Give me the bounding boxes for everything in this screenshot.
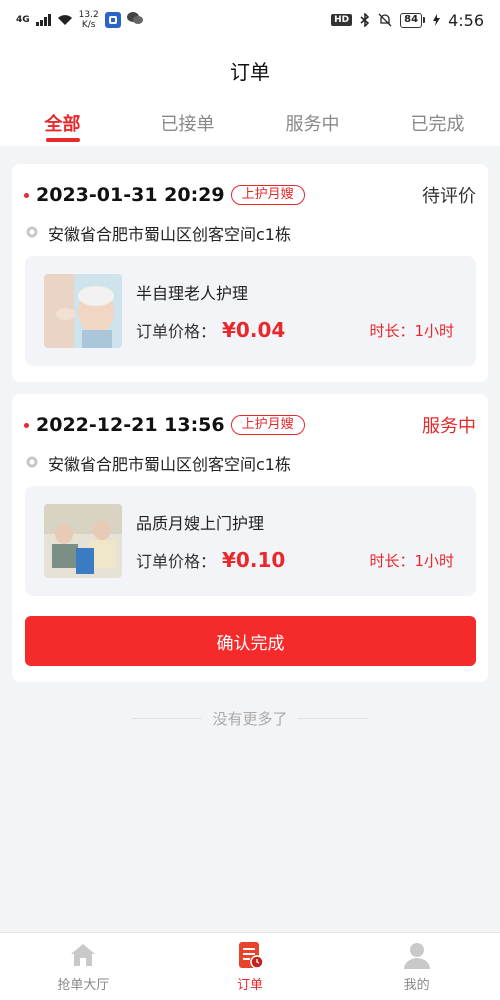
service-thumbnail — [44, 504, 122, 578]
service-info-box[interactable]: 半自理老人护理 订单价格： ¥0.04 时长：1小时 — [25, 256, 476, 366]
bullet-dot — [24, 422, 29, 428]
page-header: 订单 — [0, 40, 500, 100]
order-duration: 时长：1小时 — [369, 322, 454, 340]
bullet-dot — [24, 192, 29, 198]
service-info-box[interactable]: 品质月嫂上门护理 订单价格： ¥0.10 时长：1小时 — [25, 486, 476, 596]
nav-item-orders[interactable]: 订单 — [167, 933, 334, 1000]
order-card[interactable]: 2023-01-31 20:29 上护月嫂 待评价 安徽省合肥市蜀山区创客空间c… — [12, 164, 488, 382]
price-row: 订单价格： ¥0.10 — [136, 548, 285, 572]
status-bar: 4G 13.2 K/s HD 84 4:56 — [0, 0, 500, 40]
service-name: 半自理老人护理 — [136, 284, 249, 303]
status-left: 4G 13.2 K/s — [16, 10, 143, 30]
order-datetime: 2022-12-21 13:56 — [36, 414, 225, 436]
tab-in-service[interactable]: 服务中 — [250, 100, 375, 146]
service-thumbnail — [44, 274, 122, 348]
order-address: 安徽省合肥市蜀山区创客空间c1栋 — [48, 225, 291, 244]
order-icon — [239, 942, 264, 969]
network-speed-unit: K/s — [81, 20, 96, 30]
wifi-icon — [57, 14, 73, 26]
order-price: ¥0.10 — [222, 548, 286, 572]
list-end-indicator: 没有更多了 — [0, 706, 500, 730]
page-title: 订单 — [230, 59, 270, 84]
bottom-navigation: 抢单大厅 订单 我的 — [0, 932, 500, 1000]
wechat-icon — [126, 11, 143, 29]
tab-completed[interactable]: 已完成 — [375, 100, 500, 146]
app-notification-icon — [104, 12, 121, 28]
location-pin-icon — [26, 456, 38, 468]
user-icon — [403, 943, 430, 969]
nav-item-order-hall[interactable]: 抢单大厅 — [0, 933, 167, 1000]
order-datetime: 2023-01-31 20:29 — [36, 184, 225, 206]
order-card[interactable]: 2022-12-21 13:56 上护月嫂 服务中 安徽省合肥市蜀山区创客空间c… — [12, 394, 488, 682]
home-icon — [71, 944, 96, 966]
network-speed-value: 13.2 — [78, 10, 99, 20]
order-address: 安徽省合肥市蜀山区创客空间c1栋 — [48, 455, 291, 474]
no-more-text: 没有更多了 — [212, 709, 288, 728]
network-speed: 13.2 K/s — [79, 10, 99, 30]
order-address-row: 安徽省合肥市蜀山区创客空间c1栋 — [24, 220, 476, 246]
order-price: ¥0.04 — [222, 318, 286, 342]
status-right: HD 84 4:56 — [331, 11, 484, 30]
signal-icon — [35, 14, 51, 26]
bluetooth-icon — [360, 13, 370, 27]
price-label: 订单价格： — [136, 552, 217, 571]
battery-indicator: 84 — [400, 12, 426, 28]
nav-label: 订单 — [237, 978, 264, 993]
hd-badge: HD — [331, 14, 353, 26]
order-duration: 时长：1小时 — [369, 552, 454, 570]
order-type-tag: 上护月嫂 — [230, 185, 305, 205]
clock: 4:56 — [448, 10, 484, 30]
nav-label: 抢单大厅 — [57, 978, 110, 993]
location-pin-icon — [26, 226, 38, 238]
charging-icon — [433, 14, 441, 26]
order-tabs: 全部 已接单 服务中 已完成 — [0, 100, 500, 146]
service-name: 品质月嫂上门护理 — [136, 514, 265, 533]
bell-muted-icon — [378, 13, 392, 27]
price-label: 订单价格： — [136, 322, 217, 341]
tab-accepted[interactable]: 已接单 — [125, 100, 250, 146]
network-type: 4G — [16, 14, 30, 25]
order-address-row: 安徽省合肥市蜀山区创客空间c1栋 — [24, 450, 476, 476]
battery-level: 84 — [400, 12, 423, 28]
tab-all[interactable]: 全部 — [0, 100, 125, 146]
price-row: 订单价格： ¥0.04 — [136, 318, 285, 342]
order-header: 2022-12-21 13:56 上护月嫂 服务中 — [24, 410, 476, 440]
divider — [297, 717, 368, 719]
order-status: 待评价 — [422, 186, 476, 207]
order-header: 2023-01-31 20:29 上护月嫂 待评价 — [24, 180, 476, 210]
nav-item-mine[interactable]: 我的 — [333, 933, 500, 1000]
order-type-tag: 上护月嫂 — [230, 415, 305, 435]
confirm-complete-button[interactable]: 确认完成 — [25, 616, 476, 666]
order-status: 服务中 — [422, 416, 476, 437]
nav-label: 我的 — [403, 978, 430, 993]
divider — [132, 717, 203, 719]
